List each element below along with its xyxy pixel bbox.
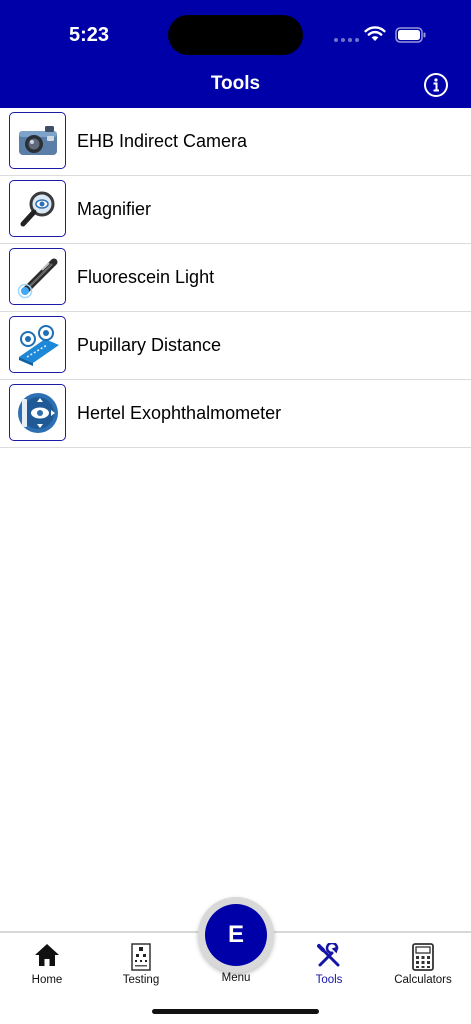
calculator-icon bbox=[412, 943, 434, 971]
menu-label: Menu bbox=[221, 972, 251, 984]
menu-button[interactable]: E bbox=[198, 897, 274, 973]
top-bar: 5:23 Tools bbox=[0, 0, 471, 108]
tool-label: Magnifier bbox=[77, 199, 152, 219]
tab-testing[interactable]: Testing bbox=[96, 933, 186, 993]
wrench-screwdriver-icon bbox=[317, 943, 340, 967]
tab-label: Testing bbox=[122, 974, 160, 986]
menu-letter: E bbox=[205, 904, 267, 966]
tool-row-ehb-indirect-camera[interactable]: EHB Indirect Camera bbox=[0, 108, 471, 176]
dynamic-island bbox=[168, 15, 303, 55]
tool-label: Hertel Exophthalmometer bbox=[77, 403, 282, 423]
info-icon[interactable] bbox=[423, 72, 449, 98]
tool-label: EHB Indirect Camera bbox=[77, 131, 248, 151]
home-indicator bbox=[152, 1009, 319, 1014]
tool-row-pupillary-distance[interactable]: Pupillary Distance bbox=[0, 312, 471, 380]
magnifier-icon bbox=[9, 180, 66, 237]
tool-label: Pupillary Distance bbox=[77, 335, 222, 355]
tab-label: Tools bbox=[315, 974, 343, 986]
home-icon bbox=[35, 944, 59, 966]
tool-row-magnifier[interactable]: Magnifier bbox=[0, 176, 471, 244]
tool-row-hertel-exophthalmometer[interactable]: Hertel Exophthalmometer bbox=[0, 380, 471, 448]
page-title: Tools bbox=[210, 73, 261, 94]
tab-home[interactable]: Home bbox=[2, 933, 92, 993]
cellular-signal-icon bbox=[334, 38, 359, 42]
wifi-icon bbox=[364, 26, 386, 41]
eye-chart-icon bbox=[131, 943, 151, 971]
penlight-icon bbox=[9, 248, 66, 305]
tab-label: Home bbox=[31, 974, 63, 986]
tool-label: Fluorescein Light bbox=[77, 267, 215, 287]
battery-icon bbox=[395, 27, 426, 43]
status-time: 5:23 bbox=[69, 24, 110, 46]
tab-label: Calculators bbox=[394, 974, 452, 986]
tab-tools[interactable]: Tools bbox=[284, 933, 374, 993]
tools-list: EHB Indirect Camera Magnifier Fluorescei… bbox=[0, 108, 471, 448]
pupillary-distance-icon bbox=[9, 316, 66, 373]
camera-icon bbox=[9, 112, 66, 169]
exophthalmometer-icon bbox=[9, 384, 66, 441]
tool-row-fluorescein-light[interactable]: Fluorescein Light bbox=[0, 244, 471, 312]
tab-calculators[interactable]: Calculators bbox=[378, 933, 468, 993]
